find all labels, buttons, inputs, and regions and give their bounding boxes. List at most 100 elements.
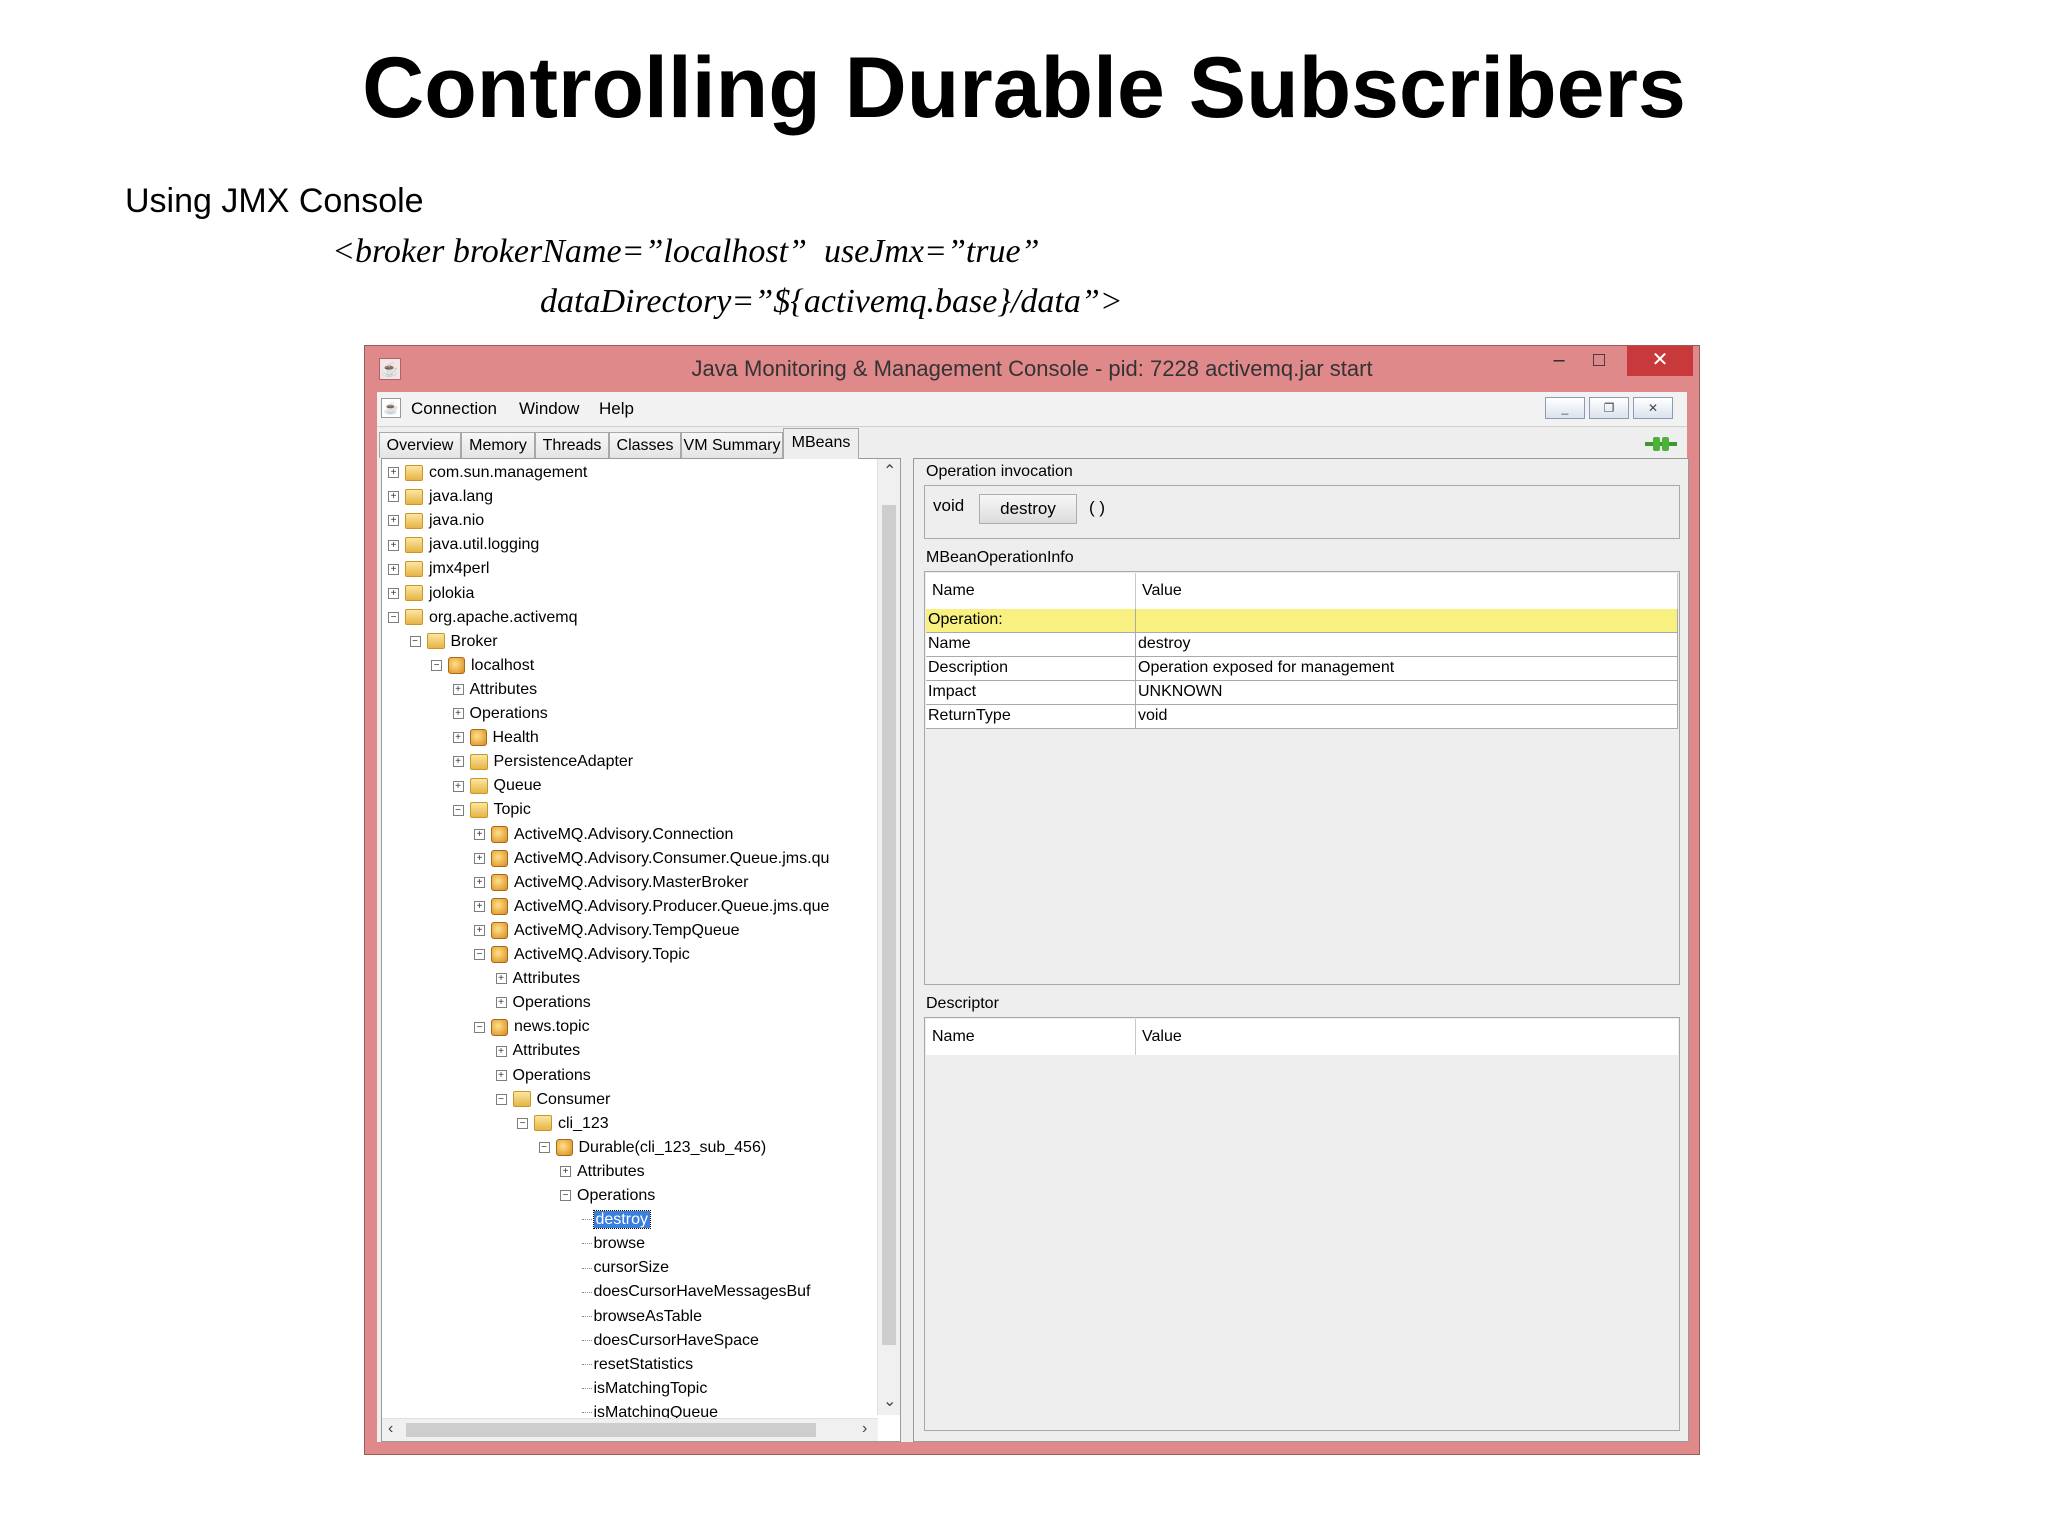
window-close-button[interactable]: ✕ bbox=[1627, 346, 1693, 376]
tree-operation-item[interactable]: browseAsTable bbox=[581, 1305, 702, 1329]
tree-node[interactable]: + Operations bbox=[495, 991, 591, 1015]
expand-icon[interactable]: + bbox=[474, 876, 485, 888]
window-titlebar[interactable]: ☕ Java Monitoring & Management Console -… bbox=[365, 346, 1699, 392]
tab-memory[interactable]: Memory bbox=[461, 432, 535, 458]
tree-node[interactable]: + ActiveMQ.Advisory.Producer.Queue.jms.qu… bbox=[474, 895, 829, 919]
expand-icon[interactable]: + bbox=[388, 515, 399, 527]
tree-node[interactable]: + ActiveMQ.Advisory.Connection bbox=[474, 823, 733, 847]
tree-node[interactable]: + Attributes bbox=[495, 967, 580, 991]
tree-horizontal-thumb[interactable] bbox=[406, 1423, 816, 1437]
tree-node[interactable]: − Broker bbox=[409, 630, 498, 654]
collapse-icon[interactable]: − bbox=[474, 949, 485, 961]
info-table-row[interactable]: Name destroy bbox=[926, 633, 1678, 657]
expand-icon[interactable]: + bbox=[474, 852, 485, 864]
expand-icon[interactable]: + bbox=[452, 780, 464, 792]
tree-node[interactable]: − Operations bbox=[560, 1184, 655, 1208]
tree-node[interactable]: + ActiveMQ.Advisory.MasterBroker bbox=[474, 871, 748, 895]
expand-icon[interactable]: + bbox=[452, 756, 464, 768]
tree-operation-item[interactable]: destroy bbox=[581, 1208, 651, 1232]
tree-node[interactable]: + java.lang bbox=[388, 485, 493, 509]
tree-node[interactable]: − cli_123 bbox=[517, 1112, 609, 1136]
tree-horizontal-scrollbar[interactable]: ‹ › bbox=[382, 1418, 878, 1441]
menu-window[interactable]: Window bbox=[519, 399, 579, 419]
expand-icon[interactable]: + bbox=[560, 1166, 571, 1178]
tree-node[interactable]: + PersistenceAdapter bbox=[452, 750, 633, 774]
tree-operation-item[interactable]: doesCursorHaveSpace bbox=[581, 1329, 759, 1353]
tree-node[interactable]: − Durable(cli_123_sub_456) bbox=[538, 1136, 766, 1160]
expand-icon[interactable]: + bbox=[388, 587, 399, 599]
tree-vertical-scrollbar[interactable]: ⌃ ⌄ bbox=[877, 459, 900, 1415]
collapse-icon[interactable]: − bbox=[517, 1117, 528, 1129]
expand-icon[interactable]: + bbox=[495, 1045, 507, 1057]
tree-operation-item[interactable]: browse bbox=[581, 1232, 645, 1256]
tree-node[interactable]: + java.nio bbox=[388, 509, 484, 533]
tree-operation-item[interactable]: resetStatistics bbox=[581, 1353, 693, 1377]
expand-icon[interactable]: + bbox=[474, 925, 485, 937]
info-table-row[interactable]: Impact UNKNOWN bbox=[926, 681, 1678, 705]
tree-operation-item[interactable]: isMatchingTopic bbox=[581, 1377, 707, 1401]
tree-node[interactable]: + ActiveMQ.Advisory.TempQueue bbox=[474, 919, 740, 943]
tree-node[interactable]: − localhost bbox=[431, 654, 534, 678]
info-table-row[interactable]: Description Operation exposed for managem… bbox=[926, 657, 1678, 681]
frame-restore-button[interactable]: ❐ bbox=[1589, 397, 1629, 419]
tree-node[interactable]: − ActiveMQ.Advisory.Topic bbox=[474, 943, 690, 967]
descriptor-header-name[interactable]: Name bbox=[926, 1019, 1136, 1055]
expand-icon[interactable]: + bbox=[452, 708, 464, 720]
scroll-right-icon[interactable]: › bbox=[862, 1420, 867, 1438]
expand-icon[interactable]: + bbox=[474, 901, 485, 913]
expand-icon[interactable]: + bbox=[452, 684, 464, 696]
expand-icon[interactable]: + bbox=[495, 1069, 507, 1081]
collapse-icon[interactable]: − bbox=[409, 635, 421, 647]
tree-node[interactable]: + Operations bbox=[495, 1064, 591, 1088]
tree-node[interactable]: − news.topic bbox=[474, 1015, 590, 1039]
tree-node[interactable]: + Health bbox=[452, 726, 539, 750]
tree-node[interactable]: + com.sun.management bbox=[388, 461, 587, 485]
tree-node[interactable]: + ActiveMQ.Advisory.Consumer.Queue.jms.qu bbox=[474, 847, 829, 871]
menu-connection[interactable]: Connection bbox=[411, 399, 497, 419]
scroll-up-icon[interactable]: ⌃ bbox=[883, 461, 896, 481]
tree-vertical-thumb[interactable] bbox=[882, 505, 896, 1345]
tree-node[interactable]: − Consumer bbox=[495, 1088, 610, 1112]
collapse-icon[interactable]: − bbox=[495, 1093, 507, 1105]
info-header-value[interactable]: Value bbox=[1136, 573, 1678, 609]
scroll-down-icon[interactable]: ⌄ bbox=[883, 1391, 896, 1411]
tree-node[interactable]: + Attributes bbox=[560, 1160, 645, 1184]
info-table-row[interactable]: Operation: bbox=[926, 609, 1678, 633]
info-table-row[interactable]: ReturnType void bbox=[926, 705, 1678, 729]
tab-threads[interactable]: Threads bbox=[535, 432, 609, 458]
tree-node[interactable]: + jmx4perl bbox=[388, 557, 489, 581]
tree-node[interactable]: + Operations bbox=[452, 702, 548, 726]
tree-node[interactable]: + Attributes bbox=[452, 678, 537, 702]
tree-node[interactable]: + Queue bbox=[452, 774, 542, 798]
frame-close-button[interactable]: ✕ bbox=[1633, 397, 1673, 419]
connection-plug-icon[interactable] bbox=[1645, 434, 1677, 454]
collapse-icon[interactable]: − bbox=[431, 660, 442, 672]
expand-icon[interactable]: + bbox=[495, 973, 507, 985]
tree-operation-item[interactable]: doesCursorHaveMessagesBuf bbox=[581, 1280, 811, 1304]
expand-icon[interactable]: + bbox=[388, 467, 399, 479]
expand-icon[interactable]: + bbox=[474, 828, 485, 840]
collapse-icon[interactable]: − bbox=[474, 1021, 485, 1033]
tab-mbeans[interactable]: MBeans bbox=[783, 428, 859, 459]
tree-node[interactable]: − org.apache.activemq bbox=[388, 606, 578, 630]
descriptor-header-value[interactable]: Value bbox=[1136, 1019, 1678, 1055]
tree-node[interactable]: + Attributes bbox=[495, 1039, 580, 1063]
expand-icon[interactable]: + bbox=[388, 491, 399, 503]
frame-minimize-button[interactable]: _ bbox=[1545, 397, 1585, 419]
window-maximize-button[interactable]: □ bbox=[1581, 346, 1617, 376]
expand-icon[interactable]: + bbox=[452, 732, 464, 744]
tree-node[interactable]: + jolokia bbox=[388, 582, 474, 606]
expand-icon[interactable]: + bbox=[388, 539, 399, 551]
collapse-icon[interactable]: − bbox=[538, 1142, 550, 1154]
info-header-name[interactable]: Name bbox=[926, 573, 1136, 609]
expand-icon[interactable]: + bbox=[388, 563, 399, 575]
tree-node[interactable]: + java.util.logging bbox=[388, 533, 539, 557]
tree-node[interactable]: − Topic bbox=[452, 798, 531, 822]
window-minimize-button[interactable]: – bbox=[1541, 346, 1577, 376]
collapse-icon[interactable]: − bbox=[388, 611, 399, 623]
collapse-icon[interactable]: − bbox=[560, 1190, 571, 1202]
destroy-invoke-button[interactable]: destroy bbox=[979, 494, 1077, 524]
tab-overview[interactable]: Overview bbox=[379, 432, 461, 458]
tab-classes[interactable]: Classes bbox=[609, 432, 681, 458]
collapse-icon[interactable]: − bbox=[452, 804, 464, 816]
